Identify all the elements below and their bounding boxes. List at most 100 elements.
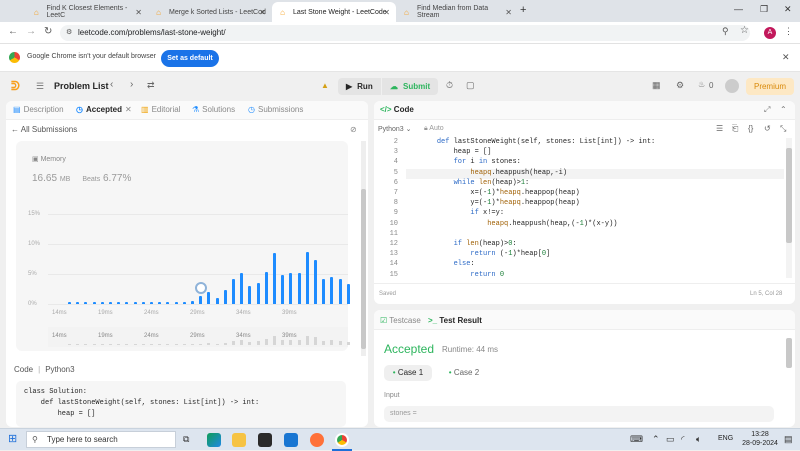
maximize-panel-icon[interactable]: ⤢ [764, 105, 770, 115]
histogram-bar[interactable] [125, 302, 129, 304]
editor-scrollbar-thumb[interactable] [786, 148, 792, 243]
browser-tab[interactable]: ⌂ Merge k Sorted Lists - LeetCod ✕ [148, 2, 272, 22]
code-editor[interactable]: 2 def lastStoneWeight(self, stones: List… [374, 138, 784, 280]
wifi-icon[interactable]: ◜ [681, 434, 685, 445]
chrome-taskbar-icon[interactable] [335, 433, 349, 447]
problem-list-link[interactable]: Problem List [54, 81, 109, 91]
memory-distribution-chart[interactable] [48, 211, 350, 306]
zoom-icon[interactable]: ⚲ [722, 26, 729, 37]
histogram-bar[interactable] [240, 273, 244, 304]
next-problem-icon[interactable]: › [130, 79, 133, 90]
histogram-bar[interactable] [84, 302, 88, 304]
mail-icon[interactable] [284, 433, 298, 447]
histogram-bar[interactable] [305, 252, 309, 304]
reset-code-icon[interactable]: ↺ [764, 124, 771, 133]
problem-list-icon[interactable]: ☰ [36, 81, 44, 92]
notifications-icon[interactable]: ▤ [784, 434, 793, 445]
histogram-bar[interactable] [68, 302, 71, 304]
test-scrollbar-thumb[interactable] [786, 338, 792, 368]
tab-submissions[interactable]: ◷ Submissions [248, 105, 303, 114]
selected-bar-marker[interactable] [194, 281, 207, 294]
close-window-icon[interactable]: ✕ [784, 4, 792, 15]
firefox-icon[interactable] [310, 433, 324, 447]
close-infobar-icon[interactable]: ✕ [782, 52, 790, 63]
histogram-bar[interactable] [256, 282, 260, 304]
forward-arrow-icon[interactable]: → [26, 26, 36, 37]
new-tab-button[interactable]: + [520, 4, 526, 16]
histogram-bar[interactable] [191, 300, 194, 304]
tab-description[interactable]: ▤ Description [13, 105, 64, 114]
keyboard-icon[interactable]: ⌨ [630, 434, 643, 445]
windows-start-icon[interactable]: ⊞ [8, 434, 17, 445]
prev-problem-icon[interactable]: ‹ [110, 79, 113, 90]
histogram-bar[interactable] [207, 291, 211, 304]
bookmark-star-icon[interactable]: ☆ [740, 25, 749, 36]
case-2-tab[interactable]: • Case 2 [440, 365, 488, 381]
shuffle-icon[interactable]: ⇄ [147, 80, 155, 91]
maximize-icon[interactable]: ❐ [760, 4, 768, 15]
back-arrow-icon[interactable]: ← [8, 26, 18, 37]
browser-tab[interactable]: ⌂ Find Median from Data Stream ✕ [396, 2, 518, 22]
histogram-bar[interactable] [133, 302, 137, 304]
tab-testcase[interactable]: ☑ Testcase [380, 316, 421, 325]
profile-avatar[interactable]: A [764, 27, 776, 39]
task-view-icon[interactable]: ⧉ [183, 434, 189, 445]
tab-solutions[interactable]: ⚗ Solutions [192, 105, 235, 114]
browser-menu-icon[interactable]: ⋮ [784, 26, 793, 37]
histogram-bar[interactable] [281, 274, 285, 304]
histogram-bar[interactable] [232, 278, 235, 304]
case-1-tab[interactable]: • Case 1 [384, 365, 432, 381]
histogram-bar[interactable] [199, 295, 203, 304]
tray-chevron-icon[interactable]: ⌃ [652, 434, 660, 445]
format-icon[interactable]: ☰ [716, 124, 723, 133]
clock[interactable]: 13:28 28-09-2024 [740, 430, 780, 448]
histogram-bar[interactable] [109, 302, 112, 304]
fullscreen-icon[interactable]: ⤡ [780, 124, 786, 134]
close-tab-icon[interactable]: ✕ [383, 8, 390, 17]
histogram-bar[interactable] [92, 302, 96, 304]
histogram-bar[interactable] [174, 302, 178, 304]
run-button[interactable]: ▶ Run [338, 78, 381, 95]
submit-button[interactable]: ☁ Submit [382, 78, 439, 95]
edge-browser-icon[interactable] [207, 433, 221, 447]
language-select[interactable]: Python3 ⌄ [378, 125, 412, 133]
histogram-bar[interactable] [76, 302, 80, 304]
notes-icon[interactable]: ▢ [466, 80, 475, 91]
histogram-bar[interactable] [289, 273, 293, 304]
histogram-bar[interactable] [215, 298, 219, 304]
histogram-bar[interactable] [100, 302, 104, 304]
reload-icon[interactable]: ↻ [44, 26, 52, 37]
histogram-bar[interactable] [297, 273, 301, 304]
histogram-bar[interactable] [150, 302, 153, 304]
share-link-icon[interactable]: ⊘ [350, 125, 357, 134]
left-scrollbar-track[interactable] [361, 141, 366, 356]
store-icon[interactable] [258, 433, 272, 447]
left-scrollbar-thumb[interactable] [361, 189, 366, 349]
bookmark-icon[interactable]: ⎗ [732, 124, 738, 134]
histogram-bar[interactable] [346, 284, 350, 304]
brackets-icon[interactable]: {} [748, 124, 753, 133]
collapse-panel-icon[interactable]: ⌃ [780, 105, 787, 114]
leetcode-logo-icon[interactable]: ᕲ [11, 79, 24, 94]
histogram-bar[interactable] [141, 302, 145, 304]
language-indicator[interactable]: ENG [718, 435, 733, 442]
tab-test-result[interactable]: >_ Test Result [428, 316, 482, 325]
editor-scrollbar-track[interactable] [786, 138, 792, 278]
streak-flame-icon[interactable]: ♨ [698, 80, 705, 89]
timer-icon[interactable]: ⏱ [446, 80, 453, 91]
network-icon[interactable]: ▭ [666, 434, 675, 445]
histogram-bar[interactable] [117, 302, 121, 304]
histogram-bar[interactable] [322, 278, 326, 304]
browser-tab-active[interactable]: ⌂ Last Stone Weight - LeetCode ✕ [272, 2, 396, 22]
histogram-bar[interactable] [166, 302, 170, 304]
set-as-default-button[interactable]: Set as default [161, 50, 219, 67]
all-submissions-link[interactable]: ← All Submissions [11, 125, 77, 134]
url-bar[interactable]: ⚙ leetcode.com/problems/last-stone-weight… [60, 25, 750, 41]
histogram-bar[interactable] [248, 286, 252, 304]
histogram-bar[interactable] [264, 271, 268, 304]
file-explorer-icon[interactable] [232, 433, 246, 447]
layout-icon[interactable]: ▦ [652, 80, 661, 91]
histogram-bar[interactable] [182, 302, 186, 304]
minimize-icon[interactable]: — [734, 4, 743, 14]
browser-tab[interactable]: ⌂ Find K Closest Elements - LeetC ✕ [26, 2, 148, 22]
